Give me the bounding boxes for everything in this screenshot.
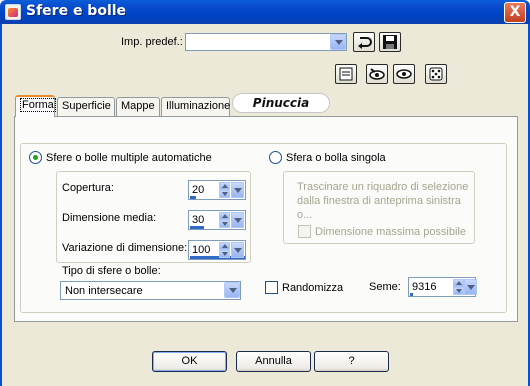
tab-label: Mappe <box>121 100 155 112</box>
tab-label: Illuminazione <box>166 100 231 112</box>
coverage-stepper[interactable] <box>219 182 230 198</box>
tab-illuminazione[interactable]: Illuminazione <box>161 97 230 116</box>
seed-field[interactable]: 9316 <box>408 277 477 297</box>
chevron-down-icon[interactable] <box>330 34 346 50</box>
spin-up-icon[interactable] <box>219 212 230 220</box>
help-button[interactable]: ? <box>314 351 389 372</box>
chevron-down-icon[interactable] <box>224 282 240 298</box>
chevron-down-icon[interactable] <box>231 182 244 198</box>
save-preset-button[interactable] <box>379 32 401 52</box>
size-value: 30 <box>192 214 205 226</box>
max-size-label: Dimensione massima possibile <box>315 226 467 238</box>
spin-up-icon[interactable] <box>219 242 230 250</box>
app-icon <box>5 4 21 20</box>
single-hint-text: Trascinare un riquadro di selezione dall… <box>297 181 469 221</box>
coverage-field[interactable]: 20 <box>188 180 246 200</box>
seed-stepper[interactable] <box>453 279 464 295</box>
presets-label: Imp. predef.: <box>121 36 183 48</box>
preview-toggle-button[interactable] <box>335 64 357 84</box>
tab-label: Forma <box>20 98 56 112</box>
cancel-button[interactable]: Annulla <box>236 351 311 372</box>
reset-button[interactable] <box>353 32 375 52</box>
coverage-level-bar <box>190 196 196 199</box>
single-radio[interactable] <box>269 151 282 164</box>
type-value: Non intersecare <box>65 285 143 297</box>
window-title: Sfere e bolle <box>26 3 127 19</box>
type-label: Tipo di sfere o bolle: <box>62 265 161 277</box>
size-level-bar <box>190 226 204 229</box>
spin-down-icon[interactable] <box>219 190 230 198</box>
size-stepper[interactable] <box>219 212 230 228</box>
tab-label: Superficie <box>62 100 111 112</box>
variation-label: Variazione di dimensione: <box>62 242 188 254</box>
auto-radio-label: Sfere o bolle multiple automatiche <box>46 152 212 164</box>
variation-field[interactable]: 100 <box>188 240 246 260</box>
proof-eye-off-icon <box>396 69 412 79</box>
close-button[interactable]: X <box>504 2 526 23</box>
proof-eye-on-button[interactable] <box>366 64 388 84</box>
tab-mappe[interactable]: Mappe <box>116 97 160 116</box>
randomize-button[interactable] <box>425 64 447 84</box>
chevron-down-icon[interactable] <box>231 242 244 258</box>
preview-toggle-icon <box>339 67 353 81</box>
variation-stepper[interactable] <box>219 242 230 258</box>
single-radio-label: Sfera o bolla singola <box>286 152 386 164</box>
pinuccia-logo: Pinuccia <box>232 93 330 113</box>
presets-dropdown[interactable] <box>185 33 347 51</box>
seed-label: Seme: <box>369 281 401 293</box>
spin-down-icon[interactable] <box>219 220 230 228</box>
coverage-value: 20 <box>192 184 205 196</box>
type-select[interactable]: Non intersecare <box>60 281 241 300</box>
randomize-checkbox[interactable] <box>265 281 278 294</box>
tab-forma[interactable]: Forma <box>15 95 56 117</box>
spin-down-icon[interactable] <box>219 250 230 258</box>
save-preset-icon <box>383 35 397 49</box>
spin-up-icon[interactable] <box>219 182 230 190</box>
proof-eye-on-icon <box>369 68 385 80</box>
size-label: Dimensione media: <box>62 212 157 224</box>
coverage-label: Copertura: <box>62 182 114 194</box>
tab-superficie[interactable]: Superficie <box>57 97 115 116</box>
proof-eye-off-button[interactable] <box>393 64 415 84</box>
max-size-checkbox[interactable] <box>298 225 311 238</box>
randomize-label: Randomizza <box>282 282 344 294</box>
chevron-down-icon[interactable] <box>464 279 477 295</box>
variation-value: 100 <box>192 244 211 256</box>
auto-radio[interactable] <box>29 151 42 164</box>
dice-icon <box>429 67 443 81</box>
size-field[interactable]: 30 <box>188 210 246 230</box>
reset-icon <box>358 37 372 49</box>
spin-up-icon[interactable] <box>453 279 464 287</box>
seed-value: 9316 <box>412 281 437 293</box>
ok-button[interactable]: OK <box>152 351 227 372</box>
chevron-down-icon[interactable] <box>231 212 244 228</box>
spin-down-icon[interactable] <box>453 287 464 295</box>
seed-level-bar <box>410 293 413 296</box>
